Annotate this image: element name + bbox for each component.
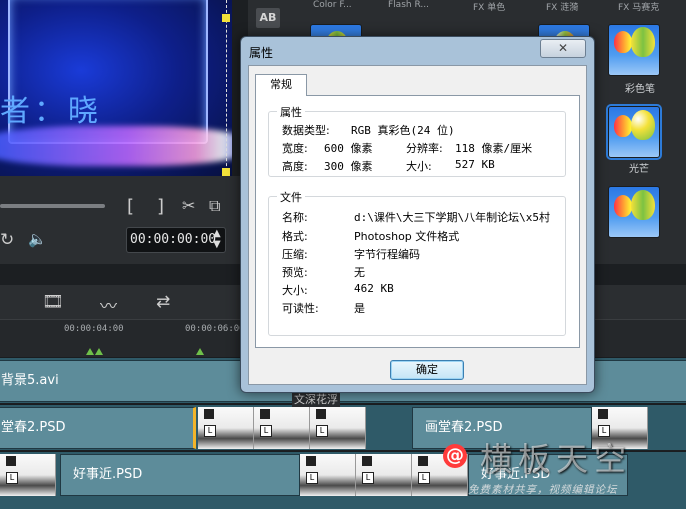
mark-in-button[interactable]: [ — [127, 196, 134, 217]
thumb-caption-glow: 光芒 — [629, 164, 649, 175]
preview-window: 者：晓 — [0, 0, 232, 176]
size-label: 大小: — [282, 284, 308, 297]
width-label: 宽度: — [282, 142, 308, 155]
library-thumb-selected[interactable] — [606, 104, 662, 160]
preview-label: 预览: — [282, 266, 308, 279]
clip-frames[interactable]: L L L — [198, 407, 366, 449]
partial-clip-label: 文深花浮 — [292, 391, 340, 407]
readable-value: 是 — [354, 302, 365, 315]
preview-value: 无 — [354, 266, 365, 279]
group-properties: 属性 数据类型: RGB 真彩色(24 位) 宽度: 600 像素 分辨率: 1… — [268, 104, 566, 177]
library-thumb[interactable] — [608, 186, 660, 238]
column-label-1: Flash R... — [388, 0, 429, 10]
watermark-subtitle: 免费素材共享，视频编辑论坛 — [468, 484, 618, 496]
tab-general[interactable]: 常规 — [255, 74, 307, 96]
properties-dialog: 属性 ✕ 常规 属性 数据类型: RGB 真彩色(24 位) 宽度: 600 像… — [240, 36, 595, 393]
close-button[interactable]: ✕ — [540, 39, 586, 58]
resolution-label: 分辨率: — [406, 142, 443, 155]
watermark: @ 横板天空 免费素材共享，视频编辑论坛 — [440, 440, 686, 509]
ok-button[interactable]: 确定 — [390, 360, 464, 380]
watermark-title: 横板天空 — [480, 440, 633, 478]
preview-title-text: 者：晓 — [0, 94, 102, 129]
name-label: 名称: — [282, 211, 308, 224]
timecode-field[interactable]: 00:00:00:00 — [126, 227, 226, 253]
resize-handle-bottom[interactable] — [222, 168, 230, 176]
size-value: 527 KB — [455, 158, 495, 171]
resize-handle-top[interactable] — [222, 14, 230, 22]
volume-icon[interactable]: 🔈 — [28, 230, 47, 248]
ruler-tick-label: 00:00:06:00 — [185, 324, 245, 334]
safe-area-line — [226, 0, 227, 176]
dialog-titlebar[interactable]: 属性 ✕ — [241, 37, 594, 65]
tab-panel: 属性 数据类型: RGB 真彩色(24 位) 宽度: 600 像素 分辨率: 1… — [255, 95, 580, 348]
dialog-body: 常规 属性 数据类型: RGB 真彩色(24 位) 宽度: 600 像素 分辨率… — [248, 65, 587, 385]
marker[interactable] — [95, 348, 103, 355]
copy-icon[interactable]: ⧉ — [209, 196, 220, 216]
clip-frames[interactable]: L — [0, 454, 56, 496]
ruler-tick-label: 00:00:04:00 — [64, 324, 124, 334]
player-controls: [ ] ✂ ⧉ ↻ 🔈 00:00:00:00 ▲ ▼ — [0, 176, 240, 264]
scissors-icon[interactable]: ✂ — [182, 196, 195, 215]
column-label-0: Color F... — [313, 0, 352, 10]
column-label-3: FX 涟漪 — [546, 3, 579, 13]
marker[interactable] — [86, 348, 94, 355]
format-value: Photoshop 文件格式 — [354, 230, 460, 243]
height-value: 300 像素 — [324, 160, 373, 173]
data-type-value: RGB 真彩色(24 位) — [351, 124, 455, 137]
column-label-2: FX 单色 — [473, 3, 506, 13]
resolution-value: 118 像素/厘米 — [455, 142, 533, 155]
repeat-icon[interactable]: ↻ — [0, 230, 14, 250]
compress-label: 压缩: — [282, 248, 308, 261]
size-value: 462 KB — [354, 282, 394, 295]
column-label-4: FX 马赛克 — [618, 3, 660, 13]
clip-psd-haoshijin[interactable]: 好事近.PSD — [60, 454, 300, 496]
swap-icon[interactable]: ⇄ — [156, 292, 170, 312]
ab-button[interactable]: AB — [256, 8, 280, 28]
size-label: 大小: — [406, 160, 432, 173]
mark-out-button[interactable]: ] — [157, 196, 164, 217]
library-thumb[interactable] — [608, 24, 660, 76]
format-label: 格式: — [282, 230, 308, 243]
timecode-stepper[interactable]: ▲ ▼ — [213, 228, 221, 250]
group-title: 属性 — [277, 104, 305, 120]
preview-glow — [0, 126, 232, 166]
clip-psd-left[interactable]: 堂春2.PSD — [0, 407, 196, 449]
width-value: 600 像素 — [324, 142, 373, 155]
name-value: d:\课件\大三下学期\八年制论坛\x5村 — [354, 211, 550, 224]
marker[interactable] — [196, 348, 204, 355]
group-title: 文件 — [277, 189, 305, 205]
at-logo-icon: @ — [443, 444, 467, 468]
dialog-title: 属性 — [249, 46, 274, 60]
height-label: 高度: — [282, 160, 308, 173]
film-reel-icon[interactable]: 🎞 — [42, 292, 64, 312]
scrubber-bar[interactable] — [0, 204, 105, 208]
data-type-label: 数据类型: — [282, 124, 330, 137]
group-file: 文件 名称: d:\课件\大三下学期\八年制论坛\x5村 格式: Photosh… — [268, 189, 566, 336]
audio-wave-icon[interactable]: 〰 — [100, 292, 117, 317]
compress-value: 字节行程编码 — [354, 248, 420, 261]
thumb-caption-pen: 彩色笔 — [625, 84, 655, 95]
readable-label: 可读性: — [282, 302, 319, 315]
